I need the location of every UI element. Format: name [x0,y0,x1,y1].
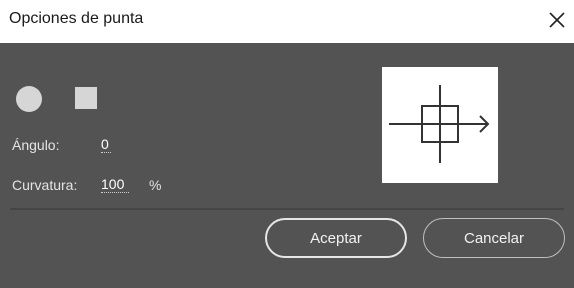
close-icon [549,12,565,28]
angle-label: Ángulo: [12,137,60,153]
curvature-unit: % [149,177,162,193]
round-tip-button[interactable] [16,86,42,112]
ok-button[interactable]: Aceptar [265,218,407,258]
curvature-field[interactable]: 100 [101,176,129,193]
brush-tip-preview-icon [389,85,490,163]
square-tip-button[interactable] [75,87,97,109]
title-bar: Opciones de punta [0,0,574,43]
dialog-title: Opciones de punta [9,10,144,27]
close-button[interactable] [541,5,573,35]
cancel-button[interactable]: Cancelar [423,218,565,258]
divider [10,208,564,210]
angle-field[interactable]: 0 [101,136,111,153]
tip-preview[interactable] [382,67,498,183]
curvature-label: Curvatura: [12,177,78,193]
